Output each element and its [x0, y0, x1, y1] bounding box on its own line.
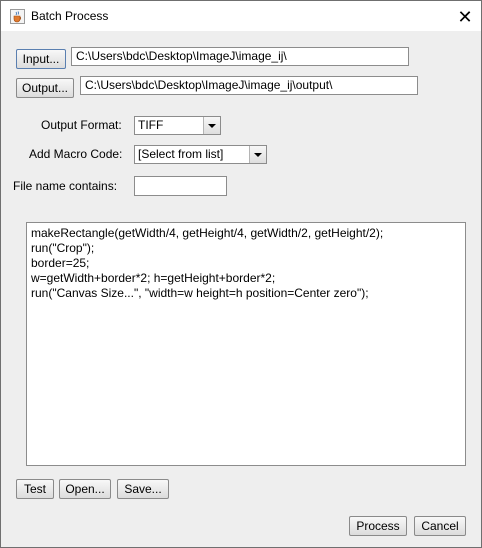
macro-code-select[interactable]: [Select from list]: [134, 145, 267, 164]
test-button[interactable]: Test: [16, 479, 54, 499]
title-bar[interactable]: Batch Process ✕: [1, 1, 481, 31]
macro-code-editor[interactable]: makeRectangle(getWidth/4, getHeight/4, g…: [26, 222, 466, 466]
output-format-value: TIFF: [138, 118, 164, 132]
output-format-label: Output Format:: [41, 118, 122, 132]
save-button[interactable]: Save...: [117, 479, 169, 499]
cancel-button[interactable]: Cancel: [414, 516, 466, 536]
file-name-filter-label: File name contains:: [13, 179, 118, 193]
file-name-filter-field[interactable]: [134, 176, 227, 196]
process-button[interactable]: Process: [349, 516, 407, 536]
window-title: Batch Process: [31, 9, 109, 23]
java-coffee-cup-icon: [10, 9, 25, 24]
input-path-field[interactable]: C:\Users\bdc\Desktop\ImageJ\image_ij\: [71, 47, 409, 66]
macro-line: border=25;: [31, 256, 90, 270]
macro-code-label: Add Macro Code:: [29, 147, 123, 161]
dialog-content: Input... C:\Users\bdc\Desktop\ImageJ\ima…: [1, 31, 481, 547]
open-button[interactable]: Open...: [59, 479, 111, 499]
output-format-select[interactable]: TIFF: [134, 116, 221, 135]
output-path-field[interactable]: C:\Users\bdc\Desktop\ImageJ\image_ij\out…: [80, 76, 418, 95]
output-button[interactable]: Output...: [16, 78, 74, 98]
macro-line: run("Crop");: [31, 241, 95, 255]
chevron-down-icon[interactable]: [203, 117, 220, 134]
input-button[interactable]: Input...: [16, 49, 66, 69]
batch-process-window: Batch Process ✕ Input... C:\Users\bdc\De…: [0, 0, 482, 548]
macro-line: run("Canvas Size...", "width=w height=h …: [31, 286, 369, 300]
macro-line: w=getWidth+border*2; h=getHeight+border*…: [31, 271, 276, 285]
close-icon[interactable]: ✕: [447, 3, 482, 31]
macro-line: makeRectangle(getWidth/4, getHeight/4, g…: [31, 226, 384, 240]
macro-code-value: [Select from list]: [138, 147, 224, 161]
chevron-down-icon[interactable]: [249, 146, 266, 163]
